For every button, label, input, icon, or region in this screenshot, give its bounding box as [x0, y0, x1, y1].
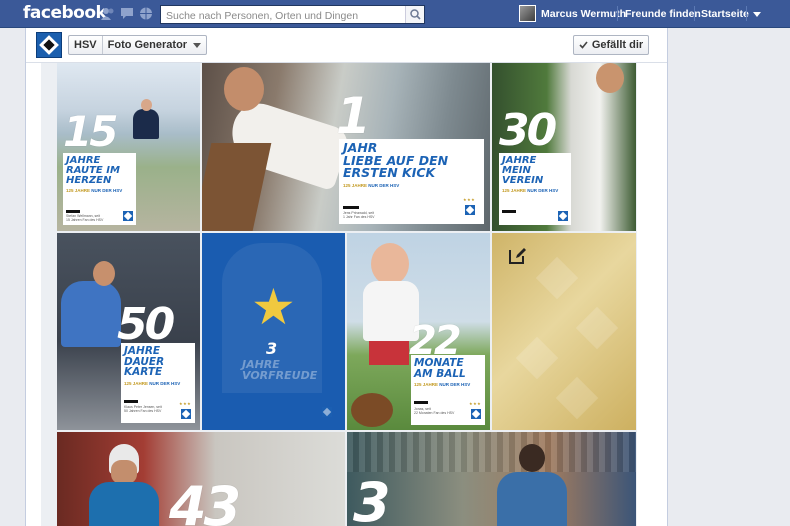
photo-tile-15-jahre[interactable]: 15 JAHRE RAUTE IM HERZEN 125 JAHRE NUR D… [57, 63, 200, 231]
hsv-mini-logo [123, 211, 133, 221]
player-jersey [497, 472, 567, 526]
caption-card: JAHR LIEBE AUF DEN ERSTEN KICK 125 JAHRE… [339, 139, 484, 224]
tile-number: 43 [169, 475, 241, 526]
hsv-mini-logo [471, 409, 481, 419]
caption-bar [124, 400, 138, 403]
tile-headline: JAHRE MEIN VEREIN [502, 155, 544, 186]
child-shorts [369, 341, 409, 365]
person-photo [89, 482, 159, 526]
photo-tile-30-jahre[interactable]: 30 JAHRE MEIN VEREIN 125 JAHRE NUR DER H… [492, 63, 636, 231]
football [351, 393, 393, 427]
person-photo [61, 281, 121, 347]
tile-headline: JAHRE VORFREUDE [242, 358, 318, 382]
caption-card: MONATE AM BALL 125 JAHRE NUR DER HSV Jon… [411, 355, 485, 425]
person-head [93, 261, 115, 286]
deckchair [202, 143, 272, 231]
decor-diamond [515, 336, 559, 380]
tile-tagline: 125 JAHRE NUR DER HSV [66, 188, 123, 193]
decor-diamond [535, 256, 579, 300]
caption-card: JAHRE DAUER KARTE 125 JAHRE NUR DER HSV … [121, 343, 195, 423]
star-rating: ★★★ [179, 401, 192, 406]
tile-number: 50 [117, 299, 175, 350]
decor-diamond [575, 306, 619, 350]
user-avatar[interactable] [519, 5, 536, 22]
app-header: HSV Foto Generator Gefällt dir [26, 28, 667, 63]
hsv-mini-logo [558, 211, 568, 221]
gold-star-icon: ★ [251, 279, 296, 335]
caption-bar [66, 210, 80, 213]
nav-divider [694, 6, 695, 21]
hsv-mini-logo [181, 409, 191, 419]
breadcrumb: HSV Foto Generator [68, 35, 208, 55]
tile-headline: MONATE AM BALL [414, 357, 466, 380]
search-icon [410, 9, 421, 20]
person-head [224, 67, 264, 111]
search-input[interactable] [161, 7, 401, 25]
facebook-logo[interactable]: facebook [23, 3, 107, 23]
edit-icon[interactable] [508, 245, 528, 265]
child-head [371, 243, 409, 285]
photo-tile-22-monate[interactable]: 22 MONATE AM BALL 125 JAHRE NUR DER HSV … [347, 233, 490, 430]
nav-divider [746, 6, 747, 21]
messages-icon[interactable] [120, 7, 134, 20]
person-head [111, 460, 137, 484]
tile-caption: Jens Prinzwald, seit 1 Jahr Fan des HSV [343, 211, 375, 220]
app-selector-label: Foto Generator [107, 39, 188, 51]
tile-number: 3 [266, 339, 278, 358]
search-button[interactable] [405, 6, 424, 23]
like-button[interactable]: Gefällt dir [573, 35, 649, 55]
tile-caption: Stefan Wellmann, seit 15 Jahren Fan des … [66, 214, 104, 223]
breadcrumb-page-link[interactable]: HSV [69, 36, 103, 54]
tile-number: 15 [63, 107, 118, 156]
person-head [596, 63, 624, 93]
photo-tile-3-jahre[interactable]: ★ 3 JAHRE VORFREUDE [202, 233, 345, 430]
person-photo [133, 109, 159, 139]
caption-bar [502, 210, 516, 213]
like-button-label: Gefällt dir [591, 39, 644, 51]
player-head [519, 444, 545, 472]
hsv-page-logo[interactable] [36, 32, 62, 58]
friend-requests-icon[interactable] [101, 7, 115, 20]
caption-bar [343, 206, 359, 209]
crowd-photo [347, 432, 636, 472]
caption-bar [414, 401, 428, 404]
tile-caption: Klaus Peter Jensen, seit 50 Jahren Fan d… [124, 405, 162, 414]
tile-headline: JAHRE RAUTE IM HERZEN [66, 155, 120, 186]
app-selector-dropdown[interactable]: Foto Generator [103, 36, 206, 54]
caption-card: JAHRE RAUTE IM HERZEN 125 JAHRE NUR DER … [63, 153, 136, 225]
notifications-icon[interactable] [139, 7, 153, 20]
caption-card: JAHRE MEIN VEREIN 125 JAHRE NUR DER HSV [499, 153, 571, 225]
tile-tagline: 125 JAHRE NUR DER HSV [343, 183, 400, 188]
tile-headline: JAHR LIEBE AUF DEN ERSTEN KICK [343, 140, 449, 180]
tile-tagline: 125 JAHRE NUR DER HSV [502, 188, 559, 193]
photo-tile-43-jahre[interactable]: 43 [57, 432, 345, 526]
decor-diamond [555, 376, 599, 420]
hsv-mini-logo [465, 205, 475, 215]
tile-number: 1 [336, 87, 371, 145]
tile-tagline: 125 JAHRE NUR DER HSV [414, 382, 471, 387]
person-head [141, 99, 152, 111]
photo-tile-50-jahre[interactable]: 50 JAHRE DAUER KARTE 125 JAHRE NUR DER H… [57, 233, 200, 430]
hsv-mini-logo [322, 407, 332, 417]
find-friends-link[interactable]: Freunde finden [625, 8, 701, 20]
profile-link[interactable]: Marcus Wermuth [541, 8, 626, 20]
search-box [160, 5, 425, 25]
tile-number: 30 [499, 105, 557, 156]
photo-tile-3-second[interactable]: 3 [347, 432, 636, 526]
create-own-photo-tile[interactable] [492, 233, 636, 430]
tile-number: 3 [353, 471, 391, 526]
tile-tagline: 125 JAHRE NUR DER HSV [124, 381, 181, 386]
nav-divider [617, 6, 618, 21]
checkmark-icon [579, 41, 588, 49]
home-link[interactable]: Startseite [701, 8, 749, 20]
star-rating: ★★★ [463, 197, 476, 202]
chevron-down-icon [193, 42, 202, 48]
tile-caption: Jonas, seit 22 Monaten Fan des HSV [414, 407, 455, 416]
facebook-top-bar: facebook Marcus Wermuth Freunde finden S… [0, 0, 790, 28]
photo-tile-1-jahr[interactable]: 1 JAHR LIEBE AUF DEN ERSTEN KICK 125 JAH… [202, 63, 490, 231]
tile-headline: JAHRE DAUER KARTE [124, 345, 165, 378]
account-menu-icon[interactable] [753, 12, 761, 17]
star-rating: ★★★ [469, 401, 482, 406]
